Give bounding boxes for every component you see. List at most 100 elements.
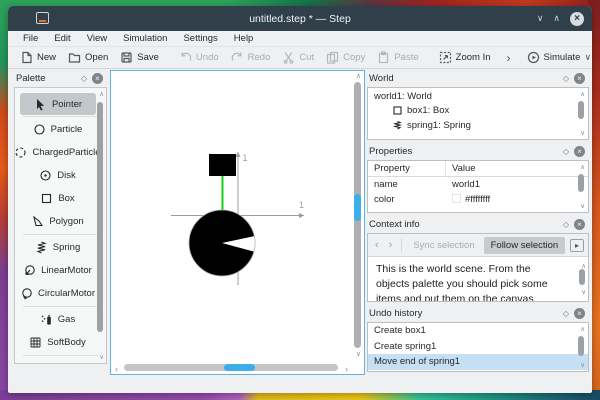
palette-scrollbar[interactable] [97,102,103,332]
open-in-browser-icon[interactable]: ▸ [570,238,584,252]
properties-panel-title: Properties [369,146,413,157]
float-panel-icon[interactable]: ◇ [81,74,87,83]
scroll-down-icon[interactable]: ∨ [580,129,585,137]
float-panel-icon[interactable]: ◇ [563,74,569,83]
new-button[interactable]: New [14,49,62,66]
palette-item-chargedparticle[interactable]: ChargedParticle [15,141,101,164]
pointer-icon [36,98,44,110]
gas-icon [41,314,51,325]
tree-item-box1[interactable]: box1: Box [368,103,588,118]
simulate-dropdown-icon[interactable]: ∨ [584,52,591,63]
scene-drawing: 1 1 [171,152,304,285]
float-panel-icon[interactable]: ◇ [563,309,569,318]
canvas-scroll-left-icon[interactable]: ‹ [115,364,118,374]
tree-item-spring1[interactable]: spring1: Spring [368,118,588,133]
menu-file[interactable]: File [16,32,45,45]
menu-help[interactable]: Help [227,32,261,45]
canvas-scroll-right-icon[interactable]: › [345,364,348,374]
scroll-up-icon[interactable]: ∧ [580,325,585,333]
cut-button[interactable]: Cut [276,49,320,66]
palette-item-spring[interactable]: Spring [19,236,96,259]
palette-item-softbody[interactable]: SoftBody [19,331,96,354]
paste-button[interactable]: Paste [371,49,424,66]
property-row-name[interactable]: name world1 [368,177,588,192]
palette-item-pointer[interactable]: Pointer [20,93,96,115]
property-row-color[interactable]: color #ffffffff [368,192,588,207]
scene-canvas[interactable]: 1 1 ∧ ∨ ‹ › [110,70,365,375]
scroll-up-icon[interactable]: ∧ [580,90,585,98]
undo-panel-header[interactable]: Undo history ◇ × [367,305,589,322]
world-panel-header[interactable]: World ◇ × [367,70,589,87]
palette-scroll-down-icon[interactable]: ∨ [99,353,104,361]
menu-simulation[interactable]: Simulation [116,32,174,45]
palette-item-linearmotor[interactable]: LinearMotor [19,259,96,282]
close-icon[interactable]: × [570,11,584,26]
properties-panel-header[interactable]: Properties ◇ × [367,143,589,160]
copy-button[interactable]: Copy [320,49,371,66]
column-property[interactable]: Property [368,161,446,176]
scroll-down-icon[interactable]: ∨ [580,202,585,210]
undo-scrollbar[interactable] [578,336,584,356]
canvas-scroll-up-icon[interactable]: ∧ [356,72,361,80]
palette-item-box[interactable]: Box [19,187,96,210]
titlebar[interactable]: untitled.step * — Step ∨ ∧ × [8,6,592,31]
save-icon [121,52,132,63]
canvas-horizontal-scrollbar[interactable] [124,364,338,371]
scroll-up-icon[interactable]: ∧ [580,163,585,171]
palette-item-polygon[interactable]: Polygon [19,210,96,233]
float-panel-icon[interactable]: ◇ [563,220,569,229]
float-panel-icon[interactable]: ◇ [563,147,569,156]
toolbar-overflow-icon[interactable]: › [497,51,521,65]
close-panel-icon[interactable]: × [574,219,585,230]
maximize-icon[interactable]: ∧ [553,14,560,23]
open-button[interactable]: Open [62,49,114,66]
canvas-vertical-scrollbar[interactable] [354,82,361,348]
canvas-scroll-down-icon[interactable]: ∨ [356,350,361,358]
minimize-icon[interactable]: ∨ [537,14,544,23]
box1-shape[interactable] [209,154,236,176]
undo-button[interactable]: Undo [173,49,225,66]
back-icon[interactable]: ‹ [372,239,382,251]
scroll-down-icon[interactable]: ∨ [581,285,586,300]
undo-item-move-end-of-spring1[interactable]: Move end of spring1 [368,354,588,370]
palette-item-circularmotor[interactable]: CircularMotor [19,282,96,305]
column-value[interactable]: Value [446,163,588,174]
properties-scrollbar[interactable] [578,174,584,192]
palette-scroll-up-icon[interactable]: ∧ [99,90,104,98]
context-body: ‹ › Sync selection Follow selection ▸ Th… [367,233,589,302]
forward-icon[interactable]: › [386,239,396,251]
tree-item-world1[interactable]: world1: World [368,88,588,103]
undo-item-create-box1[interactable]: Create box1 [368,323,588,339]
redo-icon [231,52,242,61]
palette-header[interactable]: Palette ◇ × [14,70,107,87]
follow-selection-button[interactable]: Follow selection [483,236,566,254]
redo-button[interactable]: Redo [225,49,277,66]
close-panel-icon[interactable]: × [574,146,585,157]
palette-separator [23,116,98,117]
palette-item-gas[interactable]: Gas [19,308,96,331]
close-panel-icon[interactable]: × [574,73,585,84]
context-scrollbar[interactable] [579,269,585,285]
paste-icon [379,51,389,64]
menu-edit[interactable]: Edit [47,32,77,45]
canvas-vertical-thumb[interactable] [354,194,361,221]
menu-settings[interactable]: Settings [176,32,224,45]
close-panel-icon[interactable]: × [574,308,585,319]
scroll-down-icon[interactable]: ∨ [580,361,585,369]
palette-separator [23,306,98,307]
palette-item-particle[interactable]: Particle [19,118,96,141]
palette-item-weightforce[interactable]: WeightForce [19,357,96,363]
cut-icon [284,52,294,64]
close-panel-icon[interactable]: × [92,73,103,84]
context-panel-header[interactable]: Context info ◇ × [367,216,589,233]
canvas-horizontal-thumb[interactable] [224,364,255,371]
world-scrollbar[interactable] [578,101,584,119]
menu-view[interactable]: View [80,32,114,45]
zoom-in-button[interactable]: Zoom In [433,49,497,66]
save-button[interactable]: Save [114,49,165,66]
undo-item-create-spring1[interactable]: Create spring1 [368,339,588,355]
sync-selection-button[interactable]: Sync selection [408,238,479,253]
palette-item-disk[interactable]: Disk [19,164,96,187]
simulate-button[interactable]: Simulate ∨ [521,49,598,66]
new-file-icon [22,51,32,64]
